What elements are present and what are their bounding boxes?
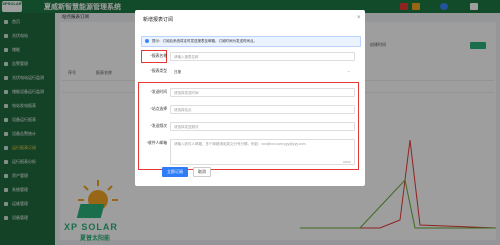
chevron-down-icon: ⌄ [347,68,351,73]
add-subscription-dialog: 新增报表订阅 × 提示：订阅后系统将定时发送报表至邮箱，订阅时间为发送时间点。 … [135,10,365,186]
site-label: *站点选择 [150,107,167,111]
info-icon [145,39,149,43]
report-type-label: *报表类型 [150,69,167,73]
close-icon[interactable]: × [357,15,361,21]
send-time-input[interactable]: 请选择发送时间 [170,88,355,97]
send-count-input[interactable]: 请选择发送频次 [170,122,355,131]
send-count-label: *发送频次 [150,124,167,128]
report-name-label: *报表名称 [150,54,167,58]
send-time-label: *发送时间 [150,90,167,94]
subscribe-button[interactable]: 立即订阅 [162,167,188,177]
recipients-textarea[interactable]: 请输入收件人邮箱，多个邮箱请用英文分号分隔，例如：xxx@xxx.com;yyy… [170,139,355,165]
notice-text: 提示：订阅后系统将定时发送报表至邮箱，订阅时间为发送时间点。 [152,39,257,43]
dialog-title: 新增报表订阅 [143,17,174,23]
report-type-select[interactable]: 日报 [170,67,355,76]
site-select[interactable]: 请选择站点 [170,105,355,114]
recipients-label: *收件人邮箱 [146,141,167,145]
report-name-input[interactable]: 请输入报表名称 [170,52,355,61]
char-counter: 0/200 [343,160,351,164]
info-notice: 提示：订阅后系统将定时发送报表至邮箱，订阅时间为发送时间点。 [141,36,361,47]
cancel-button[interactable]: 取消 [193,167,211,177]
